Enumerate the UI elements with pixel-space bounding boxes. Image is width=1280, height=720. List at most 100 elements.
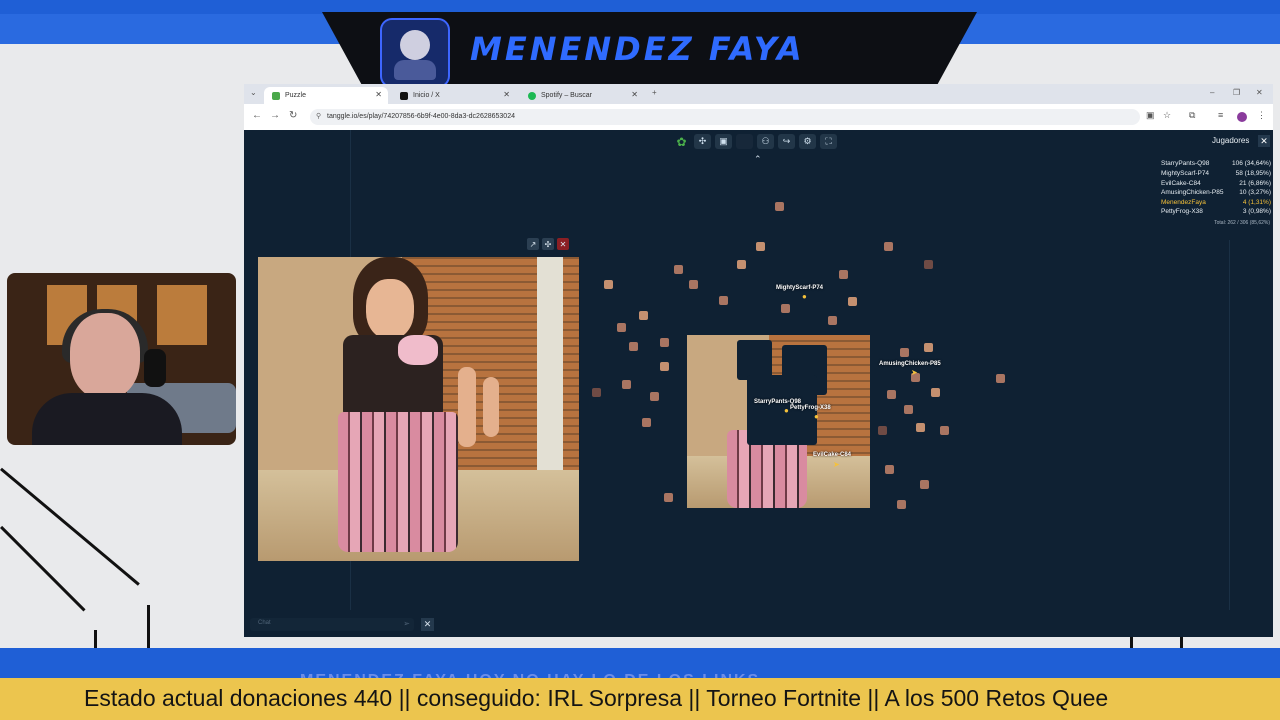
puzzle-piece[interactable] [885,465,894,474]
puzzle-piece[interactable] [737,260,746,269]
minimize-icon[interactable]: – [1210,88,1214,97]
player-score: 21 (6,86%) [1239,180,1271,187]
tab-spotify[interactable]: Spotify – Buscar ✕ [520,87,644,104]
tab-x[interactable]: Inicio / X ✕ [392,87,516,104]
close-window-icon[interactable]: ✕ [1256,88,1263,97]
background-color-icon[interactable] [736,134,753,149]
collapse-toolbar-icon[interactable]: ⌃ [754,154,762,165]
player-cursor-label: PettyFrog-X38 [790,405,831,411]
deco-line [0,525,86,612]
puzzle-piece[interactable] [622,380,631,389]
reload-icon[interactable]: ↻ [289,110,297,121]
puzzle-piece[interactable] [660,362,669,371]
close-tab-icon[interactable]: ✕ [631,90,638,99]
new-tab-icon[interactable]: + [652,88,657,97]
puzzle-piece-icon[interactable]: ✣ [694,134,711,149]
puzzle-piece[interactable] [931,388,940,397]
missing-pieces-area [737,340,772,380]
side-panel-icon[interactable]: ≡ [1218,110,1223,120]
puzzle-piece[interactable] [897,500,906,509]
puzzle-piece[interactable] [924,260,933,269]
restore-icon[interactable]: ❐ [1233,88,1240,97]
cursor-icon: ● [814,412,819,421]
puzzle-piece[interactable] [884,242,893,251]
close-chat-icon[interactable]: ✕ [421,618,434,631]
reference-image[interactable] [258,257,579,561]
player-name: AmusingChicken-P85 [1161,189,1224,196]
address-bar: ← → ↻ ⚲ tanggle.io/es/play/74207856-6b9f… [244,104,1273,131]
puzzle-piece[interactable] [924,343,933,352]
close-tab-icon[interactable]: ✕ [503,90,510,99]
back-icon[interactable]: ← [252,110,262,121]
puzzle-piece[interactable] [887,390,896,399]
site-info-icon[interactable]: ⚲ [316,109,321,125]
webcam-person-face [70,313,140,399]
puzzle-piece[interactable] [900,348,909,357]
player-score: 58 (18,95%) [1235,170,1271,177]
close-preview-icon[interactable]: ✕ [557,238,569,250]
puzzle-piece[interactable] [592,388,601,397]
puzzle-piece-icon[interactable]: ✣ [542,238,554,250]
url-field[interactable]: ⚲ tanggle.io/es/play/74207856-6b9f-4e00-… [310,109,1140,125]
puzzle-piece[interactable] [756,242,765,251]
player-score: 4 (1,31%) [1242,199,1271,206]
puzzle-piece[interactable] [689,280,698,289]
tanggle-logo-icon[interactable]: ✿ [673,134,690,149]
player-row: StarryPants-Q98 106 (34,64%) [1161,160,1271,170]
image-preview-icon[interactable]: ▣ [715,134,732,149]
puzzle-piece[interactable] [639,311,648,320]
puzzle-piece[interactable] [775,202,784,211]
player-cursor-label: EvilCake-C84 [813,452,852,458]
tab-search-icon[interactable]: ⌄ [250,88,257,97]
puzzle-piece[interactable] [828,316,837,325]
chat-input[interactable]: Chat ➢ [250,618,414,631]
puzzle-piece[interactable] [664,493,673,502]
puzzle-piece[interactable] [920,480,929,489]
photo-column [537,257,563,485]
puzzle-assembly[interactable] [687,335,870,508]
tab-label: Inicio / X [413,92,440,99]
open-external-icon[interactable]: ↗ [527,238,539,250]
headset-icon [144,349,166,387]
bookmark-star-icon[interactable]: ☆ [1163,110,1171,121]
close-tab-icon[interactable]: ✕ [375,90,382,99]
player-name: StarryPants-Q98 [1161,160,1210,167]
puzzle-piece[interactable] [629,342,638,351]
puzzle-board[interactable]: ✿ ✣ ▣ ⚇ ↪ ⚙ ⛶ ⌃ Jugadores ✕ StarryPants-… [244,130,1273,637]
puzzle-piece[interactable] [904,405,913,414]
settings-gear-icon[interactable]: ⚙ [799,134,816,149]
puzzle-piece[interactable] [674,265,683,274]
puzzle-piece[interactable] [848,297,857,306]
share-icon[interactable]: ↪ [778,134,795,149]
send-icon[interactable]: ➢ [403,619,410,628]
puzzle-piece[interactable] [642,418,651,427]
forward-icon[interactable]: → [270,110,280,121]
puzzle-piece[interactable] [940,426,949,435]
browser-window: ⌄ Puzzle ✕ Inicio / X ✕ Spotify – Buscar… [244,84,1273,637]
puzzle-piece[interactable] [660,338,669,347]
player-cursor-label: AmusingChicken-P85 [879,361,941,367]
profile-avatar-icon[interactable] [1237,112,1247,122]
streamer-avatar-logo [380,18,450,88]
puzzle-piece[interactable] [650,392,659,401]
player-row: PettyFrog-X38 3 (0,98%) [1161,208,1271,218]
cast-icon[interactable]: ▣ [1146,110,1155,121]
puzzle-piece[interactable] [916,423,925,432]
players-icon[interactable]: ⚇ [757,134,774,149]
puzzle-piece[interactable] [878,426,887,435]
puzzle-piece[interactable] [617,323,626,332]
player-row: MightyScarf-P74 58 (18,95%) [1161,170,1271,180]
menu-icon[interactable]: ⋮ [1257,110,1266,121]
puzzle-piece[interactable] [719,296,728,305]
close-panel-icon[interactable]: ✕ [1258,135,1270,147]
puzzle-piece[interactable] [604,280,613,289]
puzzle-piece[interactable] [839,270,848,279]
extensions-icon[interactable]: ⧉ [1189,110,1195,121]
webcam-person-body [32,393,182,445]
fullscreen-icon[interactable]: ⛶ [820,134,837,149]
puzzle-piece[interactable] [781,304,790,313]
player-score: 106 (34,64%) [1231,160,1271,167]
tab-puzzle[interactable]: Puzzle ✕ [264,87,388,104]
player-row: AmusingChicken-P85 10 (3,27%) [1161,189,1271,199]
puzzle-piece[interactable] [996,374,1005,383]
